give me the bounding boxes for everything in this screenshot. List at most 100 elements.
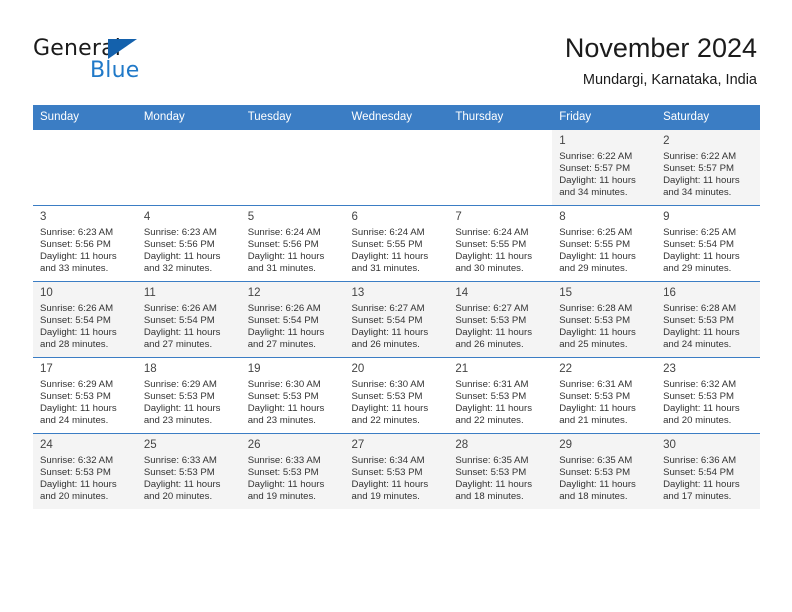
calendar-day-cell[interactable]: 9 Sunrise: 6:25 AM Sunset: 5:54 PM Daylight…	[656, 205, 760, 281]
calendar-day-cell[interactable]: 19 Sunrise: 6:30 AM Sunset: 5:53 PM Dayligh…	[240, 357, 345, 433]
sunset-text: Sunset: 5:53 PM	[559, 315, 631, 327]
day-sun-info: Sunrise: 6:35 AM Sunset: 5:53 PM Daylight:…	[559, 455, 650, 503]
daylight-text-line1: Daylight: 11 hours	[559, 175, 636, 187]
sunset-text: Sunset: 5:57 PM	[663, 163, 734, 175]
calendar-cell-inner: 18 Sunrise: 6:29 AM Sunset: 5:53 PM Dayligh…	[136, 357, 241, 433]
daylight-text-line1: Daylight: 11 hours	[143, 479, 221, 491]
calendar-day-cell[interactable]: 17 Sunrise: 6:29 AM Sunset: 5:53 PM Dayligh…	[33, 357, 137, 433]
daylight-text-line2: and 26 minutes.	[455, 339, 524, 351]
calendar-day-cell[interactable]: 1 Sunrise: 6:22 AM Sunset: 5:57 PM Daylight…	[552, 129, 657, 205]
day-number: 29	[559, 439, 573, 451]
daylight-text-line1: Daylight: 11 hours	[559, 403, 636, 415]
day-sun-info: Sunrise: 6:33 AM Sunset: 5:53 PM Daylight:…	[144, 455, 235, 503]
calendar-day-cell[interactable]: 12 Sunrise: 6:26 AM Sunset: 5:54 PM Dayligh…	[240, 281, 345, 357]
daylight-text-line1: Daylight: 11 hours	[663, 251, 740, 263]
sunset-text: Sunset: 5:53 PM	[663, 391, 734, 403]
calendar-cell-inner: 27 Sunrise: 6:34 AM Sunset: 5:53 PM Dayligh…	[344, 433, 449, 509]
sunset-text: Sunset: 5:53 PM	[40, 391, 111, 403]
sunrise-text: Sunrise: 6:35 AM	[455, 455, 529, 466]
calendar-day-cell[interactable]: 15 Sunrise: 6:28 AM Sunset: 5:53 PM Dayligh…	[552, 281, 657, 357]
weekday-header-wednesday: Wednesday	[344, 105, 449, 129]
calendar-header-row-group: Sunday Monday Tuesday Wednesday Thursday…	[33, 105, 760, 129]
sunset-text: Sunset: 5:53 PM	[143, 391, 215, 403]
day-number: 21	[455, 363, 469, 375]
calendar-day-cell[interactable]: 21 Sunrise: 6:31 AM Sunset: 5:53 PM Dayligh…	[448, 357, 553, 433]
calendar-day-cell[interactable]: 24 Sunrise: 6:32 AM Sunset: 5:53 PM Dayligh…	[33, 433, 137, 509]
calendar-cell-inner: 5 Sunrise: 6:24 AM Sunset: 5:56 PM Daylight…	[240, 205, 345, 281]
calendar-day-cell[interactable]: 28 Sunrise: 6:35 AM Sunset: 5:53 PM Dayligh…	[448, 433, 553, 509]
calendar-day-cell[interactable]: 2 Sunrise: 6:22 AM Sunset: 5:57 PM Daylight…	[656, 129, 760, 205]
sunrise-text: Sunrise: 6:33 AM	[247, 455, 321, 466]
day-number: 26	[247, 439, 261, 451]
calendar-day-cell[interactable]: 26 Sunrise: 6:33 AM Sunset: 5:53 PM Dayligh…	[240, 433, 345, 509]
sunrise-text: Sunrise: 6:26 AM	[143, 303, 217, 314]
calendar-day-cell[interactable]: 27 Sunrise: 6:34 AM Sunset: 5:53 PM Dayligh…	[344, 433, 449, 509]
sunrise-text: Sunrise: 6:32 AM	[40, 455, 114, 466]
daylight-text-line2: and 25 minutes.	[559, 339, 628, 351]
sunset-text: Sunset: 5:53 PM	[663, 315, 734, 327]
daylight-text-line1: Daylight: 11 hours	[663, 175, 740, 187]
day-number: 22	[559, 363, 573, 375]
daylight-text-line1: Daylight: 11 hours	[143, 327, 221, 339]
calendar-day-cell[interactable]: 16 Sunrise: 6:28 AM Sunset: 5:53 PM Dayligh…	[656, 281, 760, 357]
weekday-header-thursday: Thursday	[448, 105, 553, 129]
calendar-day-cell[interactable]: 20 Sunrise: 6:30 AM Sunset: 5:53 PM Dayligh…	[344, 357, 449, 433]
general-blue-logo[interactable]: General Blue	[33, 36, 263, 88]
sunset-text: Sunset: 5:53 PM	[559, 467, 631, 479]
calendar-day-cell[interactable]: 22 Sunrise: 6:31 AM Sunset: 5:53 PM Dayligh…	[552, 357, 657, 433]
weekday-header-monday: Monday	[136, 105, 241, 129]
day-sun-info: Sunrise: 6:26 AM Sunset: 5:54 PM Daylight:…	[40, 303, 131, 351]
sunset-text: Sunset: 5:53 PM	[455, 391, 527, 403]
daylight-text-line1: Daylight: 11 hours	[559, 327, 636, 339]
calendar-day-cell[interactable]: 30 Sunrise: 6:36 AM Sunset: 5:54 PM Dayligh…	[656, 433, 760, 509]
daylight-text-line2: and 29 minutes.	[559, 263, 628, 275]
sunrise-text: Sunrise: 6:32 AM	[663, 379, 737, 390]
day-sun-info: Sunrise: 6:22 AM Sunset: 5:57 PM Daylight:…	[559, 151, 650, 199]
daylight-text-line1: Daylight: 11 hours	[455, 403, 532, 415]
calendar-day-cell[interactable]: 14 Sunrise: 6:27 AM Sunset: 5:53 PM Dayligh…	[448, 281, 553, 357]
day-sun-info: Sunrise: 6:32 AM Sunset: 5:53 PM Daylight:…	[663, 379, 754, 427]
daylight-text-line2: and 34 minutes.	[559, 187, 628, 199]
daylight-text-line1: Daylight: 11 hours	[247, 403, 325, 415]
sunset-text: Sunset: 5:56 PM	[143, 239, 215, 251]
day-number: 10	[40, 287, 53, 299]
daylight-text-line1: Daylight: 11 hours	[351, 251, 429, 263]
daylight-text-line1: Daylight: 11 hours	[455, 251, 532, 263]
calendar-day-cell[interactable]: 23 Sunrise: 6:32 AM Sunset: 5:53 PM Dayligh…	[656, 357, 760, 433]
sunset-text: Sunset: 5:53 PM	[143, 467, 215, 479]
day-number: 11	[143, 287, 156, 299]
calendar-day-cell[interactable]: 5 Sunrise: 6:24 AM Sunset: 5:56 PM Daylight…	[240, 205, 345, 281]
day-number: 19	[247, 363, 261, 375]
day-sun-info: Sunrise: 6:33 AM Sunset: 5:53 PM Daylight:…	[248, 455, 339, 503]
sunrise-text: Sunrise: 6:30 AM	[247, 379, 321, 390]
daylight-text-line2: and 26 minutes.	[351, 339, 420, 351]
day-sun-info: Sunrise: 6:35 AM Sunset: 5:53 PM Daylight:…	[455, 455, 546, 503]
sunset-text: Sunset: 5:56 PM	[40, 239, 111, 251]
calendar-cell-inner: 12 Sunrise: 6:26 AM Sunset: 5:54 PM Dayligh…	[240, 281, 345, 357]
calendar-cell-inner: 30 Sunrise: 6:36 AM Sunset: 5:54 PM Dayligh…	[656, 433, 760, 509]
daylight-text-line2: and 24 minutes.	[663, 339, 732, 351]
calendar-day-cell[interactable]: 4 Sunrise: 6:23 AM Sunset: 5:56 PM Daylight…	[136, 205, 241, 281]
sunset-text: Sunset: 5:53 PM	[455, 467, 527, 479]
sunrise-text: Sunrise: 6:25 AM	[663, 227, 737, 238]
calendar-day-cell[interactable]: 11 Sunrise: 6:26 AM Sunset: 5:54 PM Dayligh…	[136, 281, 241, 357]
calendar-day-cell[interactable]: 10 Sunrise: 6:26 AM Sunset: 5:54 PM Dayligh…	[33, 281, 137, 357]
sunset-text: Sunset: 5:53 PM	[40, 467, 111, 479]
calendar-day-cell[interactable]: 29 Sunrise: 6:35 AM Sunset: 5:53 PM Dayligh…	[552, 433, 657, 509]
day-sun-info: Sunrise: 6:30 AM Sunset: 5:53 PM Daylight:…	[352, 379, 443, 427]
calendar-day-cell[interactable]: 6 Sunrise: 6:24 AM Sunset: 5:55 PM Daylight…	[344, 205, 449, 281]
calendar-day-cell[interactable]: 7 Sunrise: 6:24 AM Sunset: 5:55 PM Daylight…	[448, 205, 553, 281]
calendar-day-cell[interactable]: 8 Sunrise: 6:25 AM Sunset: 5:55 PM Daylight…	[552, 205, 657, 281]
calendar-cell-inner: 7 Sunrise: 6:24 AM Sunset: 5:55 PM Daylight…	[448, 205, 553, 281]
calendar-day-cell[interactable]: 13 Sunrise: 6:27 AM Sunset: 5:54 PM Dayligh…	[344, 281, 449, 357]
sunset-text: Sunset: 5:54 PM	[247, 315, 319, 327]
sunset-text: Sunset: 5:53 PM	[247, 391, 319, 403]
sunrise-text: Sunrise: 6:24 AM	[455, 227, 529, 238]
calendar-day-cell[interactable]: 18 Sunrise: 6:29 AM Sunset: 5:53 PM Dayligh…	[136, 357, 241, 433]
calendar-day-cell[interactable]: 25 Sunrise: 6:33 AM Sunset: 5:53 PM Dayligh…	[136, 433, 241, 509]
day-sun-info: Sunrise: 6:28 AM Sunset: 5:53 PM Daylight:…	[663, 303, 754, 351]
day-sun-info: Sunrise: 6:24 AM Sunset: 5:56 PM Daylight:…	[248, 227, 339, 275]
calendar-day-cell[interactable]: 3 Sunrise: 6:23 AM Sunset: 5:56 PM Daylight…	[33, 205, 137, 281]
day-number: 3	[40, 211, 47, 223]
calendar-cell-inner: 25 Sunrise: 6:33 AM Sunset: 5:53 PM Dayligh…	[136, 433, 241, 509]
